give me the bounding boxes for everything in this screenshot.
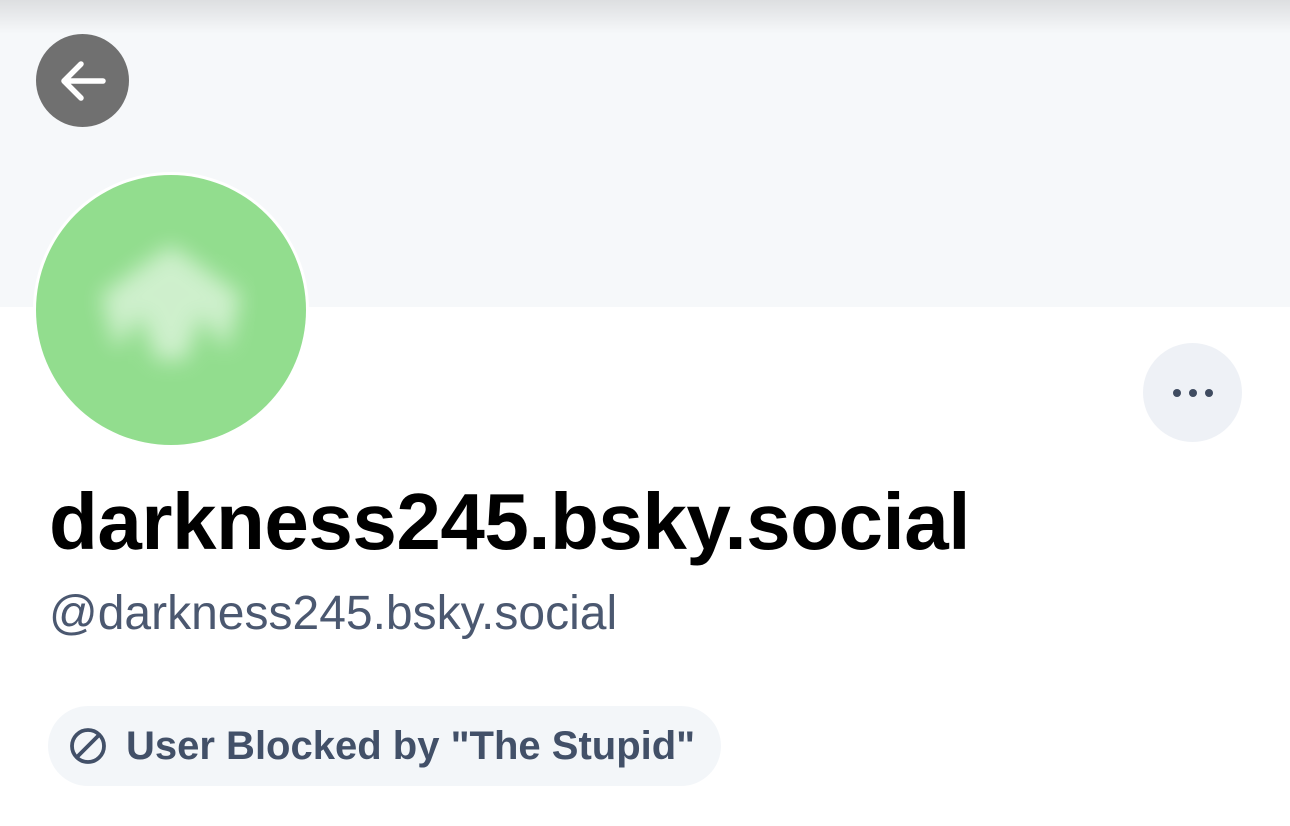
arrow-left-icon <box>60 60 106 101</box>
block-circle-icon <box>68 726 108 766</box>
blocked-label: User Blocked by "The Stupid" <box>126 724 696 768</box>
display-name: darkness245.bsky.social <box>49 477 970 566</box>
profile-page: darkness245.bsky.social @darkness245.bsk… <box>0 0 1290 826</box>
avatar-image <box>36 175 306 445</box>
more-options-button[interactable] <box>1143 343 1242 442</box>
blocked-status-badge[interactable]: User Blocked by "The Stupid" <box>48 706 722 786</box>
ellipsis-icon <box>1172 388 1213 397</box>
avatar[interactable] <box>33 172 309 448</box>
back-button[interactable] <box>36 34 129 127</box>
profile-handle: @darkness245.bsky.social <box>49 587 618 640</box>
top-shadow <box>0 0 1290 34</box>
